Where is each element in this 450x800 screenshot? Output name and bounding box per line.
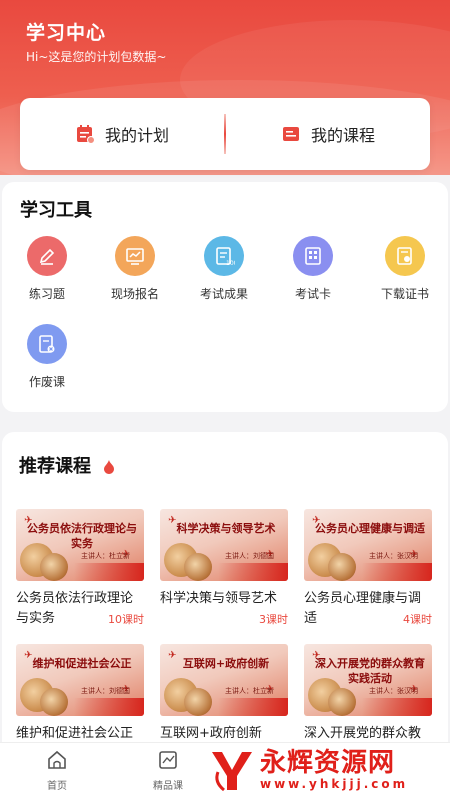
watermark-url: www.yhkjjj.com [260, 777, 409, 791]
tool-exam-card[interactable]: 考试卡 [273, 236, 353, 302]
learning-tools-card: 学习工具 练习题 现场报名 100 考试成果 考试卡 [2, 182, 448, 412]
recommend-title-text: 推荐课程 [19, 456, 91, 477]
my-plan-button[interactable]: 我的计划 [20, 98, 224, 170]
thumbnail-title: 深入开展党的群众教育实践活动 [315, 657, 425, 685]
flag-decoration [362, 698, 432, 716]
course-thumbnail: ✈ ✈ 公务员心理健康与调适 主讲人：张汉明 [304, 509, 432, 581]
tab-premium-courses[interactable]: 精品课 [138, 749, 198, 792]
tool-label: 考试成果 [199, 287, 248, 301]
course-card[interactable]: ✈ ✈ 公务员依法行政理论与实务 主讲人：杜立新 公务员依法行政理论与实务 10… [16, 509, 144, 629]
tab-home[interactable]: 首页 [27, 749, 87, 792]
course-thumbnail: ✈ ✈ 科学决策与领导艺术 主讲人：刘德国 [160, 509, 288, 581]
chart-board-icon [115, 236, 155, 276]
my-courses-label: 我的课程 [310, 126, 375, 145]
my-courses-button[interactable]: 我的课程 [226, 98, 430, 170]
course-hours: 3课时 [259, 613, 288, 626]
flag-decoration [218, 698, 288, 716]
tool-practice[interactable]: 练习题 [7, 236, 87, 302]
home-icon [48, 750, 66, 769]
drum-decoration [328, 553, 356, 581]
flag-decoration [362, 563, 432, 581]
course-hours: 10课时 [108, 613, 144, 626]
flag-decoration [74, 563, 144, 581]
tool-label: 作废课 [28, 375, 65, 389]
plan-card: 我的计划 我的课程 [20, 98, 430, 170]
drum-decoration [40, 553, 68, 581]
course-title: 维护和促进社会公正 [16, 726, 134, 741]
thumbnail-speaker: 主讲人：张汉明 [369, 687, 418, 695]
tool-exam-results[interactable]: 100 考试成果 [184, 236, 264, 302]
course-thumbnail: ✈ ✈ 公务员依法行政理论与实务 主讲人：杜立新 [16, 509, 144, 581]
drum-decoration [184, 688, 212, 716]
drum-decoration [184, 553, 212, 581]
thumbnail-speaker: 主讲人：杜立新 [81, 552, 130, 560]
course-card[interactable]: ✈ ✈ 维护和促进社会公正 主讲人：刘德国 维护和促进社会公正 [16, 644, 144, 744]
trend-icon [159, 751, 177, 769]
course-title: 深入开展党的群众教 [304, 726, 422, 741]
course-thumbnail: ✈ ✈ 维护和促进社会公正 主讲人：刘德国 [16, 644, 144, 716]
course-card[interactable]: ✈ ✈ 互联网+政府创新 主讲人：杜立新 互联网+政府创新 [160, 644, 288, 744]
page-subtitle: Hi~这是您的计划包数据~ [26, 50, 167, 64]
tool-label: 下载证书 [380, 287, 429, 301]
course-title: 互联网+政府创新 [160, 726, 262, 741]
course-title: 科学决策与领导艺术 [160, 591, 278, 606]
course-hours: 4课时 [403, 613, 432, 626]
course-card[interactable]: ✈ ✈ 深入开展党的群众教育实践活动 主讲人：张汉明 深入开展党的群众教 [304, 644, 432, 744]
tool-label: 练习题 [28, 287, 65, 301]
tab-label: 精品课 [153, 781, 183, 792]
my-plan-label: 我的计划 [104, 126, 169, 145]
calendar-icon [76, 125, 95, 144]
thumbnail-speaker: 主讲人：刘德国 [225, 552, 274, 560]
course-list-icon [282, 127, 299, 141]
tools-section-title: 学习工具 [20, 200, 92, 221]
flame-icon [104, 460, 115, 474]
tool-void-course[interactable]: 作废课 [7, 324, 87, 390]
course-card[interactable]: ✈ ✈ 科学决策与领导艺术 主讲人：刘德国 科学决策与领导艺术 3课时 [160, 509, 288, 626]
thumbnail-speaker: 主讲人：张汉明 [369, 552, 418, 560]
course-thumbnail: ✈ ✈ 深入开展党的群众教育实践活动 主讲人：张汉明 [304, 644, 432, 716]
thumbnail-title: 公务员依法行政理论与实务 [27, 522, 137, 550]
tool-download-certificate[interactable]: 下载证书 [365, 236, 445, 302]
course-card[interactable]: ✈ ✈ 公务员心理健康与调适 主讲人：张汉明 公务员心理健康与调适 4课时 [304, 509, 432, 629]
certificate-icon [385, 236, 425, 276]
watermark-name: 永辉资源网 [260, 748, 396, 778]
recommended-courses-card: 推荐课程 ✈ ✈ 公务员依法行政理论与实务 主讲人：杜立新 公务员依法行政理论与… [2, 432, 448, 762]
thumbnail-title: 互联网+政府创新 [182, 657, 270, 670]
tool-onsite-signup[interactable]: 现场报名 [95, 236, 175, 302]
thumbnail-title: 科学决策与领导艺术 [176, 522, 276, 535]
course-thumbnail: ✈ ✈ 互联网+政府创新 主讲人：杜立新 [160, 644, 288, 716]
thumbnail-title: 公务员心理健康与调适 [315, 522, 425, 535]
flag-decoration [218, 563, 288, 581]
flag-decoration [74, 698, 144, 716]
page-title: 学习中心 [26, 22, 107, 44]
tool-label: 考试卡 [294, 287, 331, 301]
exam-card-icon [293, 236, 333, 276]
thumbnail-speaker: 主讲人：杜立新 [225, 687, 274, 695]
pencil-icon [27, 236, 67, 276]
thumbnail-speaker: 主讲人：刘德国 [81, 687, 130, 695]
watermark-logo-icon [212, 752, 252, 792]
drum-decoration [40, 688, 68, 716]
thumbnail-title: 维护和促进社会公正 [32, 657, 132, 670]
exam-result-icon: 100 [204, 236, 244, 276]
tab-label: 首页 [47, 781, 67, 792]
watermark-text: 永辉资源网 www.yhkjjj.com [260, 749, 408, 791]
svg-text:100: 100 [226, 260, 235, 267]
site-watermark: 永辉资源网 www.yhkjjj.com [208, 742, 448, 798]
app-screen: 学习中心 Hi~这是您的计划包数据~ 我的计划 我的课程 学习工具 练习题 现场… [0, 0, 450, 800]
recommend-section-title: 推荐课程 [19, 452, 115, 478]
void-course-icon [27, 324, 67, 364]
drum-decoration [328, 688, 356, 716]
tool-label: 现场报名 [110, 287, 159, 301]
